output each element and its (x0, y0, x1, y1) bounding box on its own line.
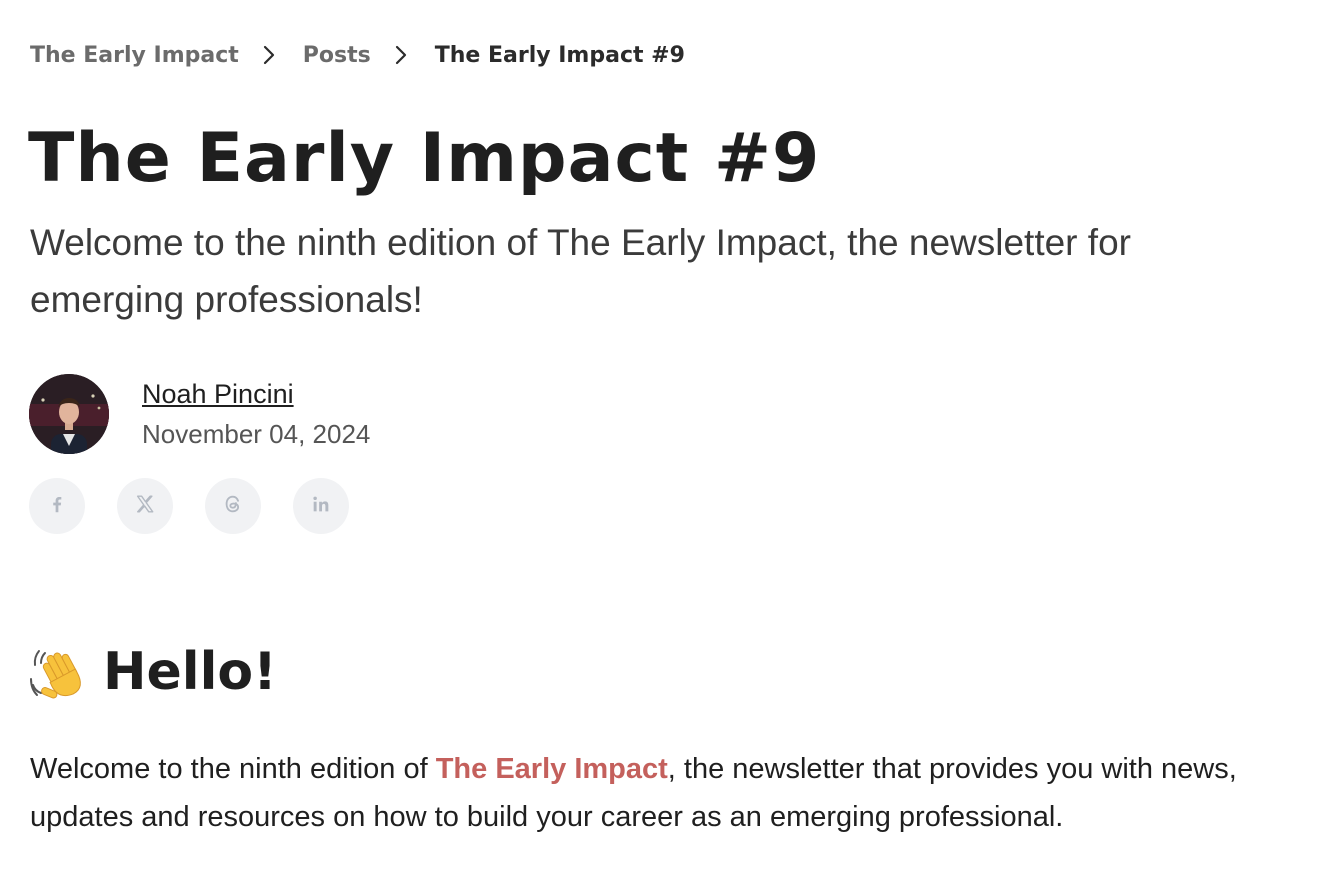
breadcrumb-current: The Early Impact #9 (434, 42, 685, 68)
linkedin-icon (310, 493, 332, 520)
breadcrumb-home-link[interactable]: The Early Impact (30, 43, 239, 68)
waving-hand-icon (29, 643, 87, 701)
post-subtitle: Welcome to the ninth edition of The Earl… (30, 222, 1131, 320)
share-buttons (29, 478, 349, 534)
author-avatar[interactable] (29, 374, 109, 454)
section-heading-text: Hello! (103, 642, 277, 702)
x-twitter-icon (134, 493, 156, 520)
share-x-button[interactable] (117, 478, 173, 534)
share-facebook-button[interactable] (29, 478, 85, 534)
share-linkedin-button[interactable] (293, 478, 349, 534)
threads-icon (222, 493, 244, 520)
chevron-right-icon (395, 45, 407, 65)
breadcrumb-posts-link[interactable]: Posts (303, 43, 371, 68)
the-early-impact-link[interactable]: The Early Impact (436, 753, 668, 785)
breadcrumb: The Early Impact Posts The Early Impact … (30, 40, 685, 70)
share-threads-button[interactable] (205, 478, 261, 534)
publish-date: November 04, 2024 (142, 419, 371, 449)
intro-text-start: Welcome to the ninth edition of (30, 753, 436, 785)
page-title: The Early Impact #9 (28, 119, 821, 198)
facebook-icon (46, 493, 68, 520)
section-heading: Hello! (29, 638, 277, 706)
intro-paragraph: Welcome to the ninth edition of The Earl… (30, 745, 1290, 841)
chevron-right-icon (263, 45, 275, 65)
author-name-link[interactable]: Noah Pincini (142, 378, 294, 410)
